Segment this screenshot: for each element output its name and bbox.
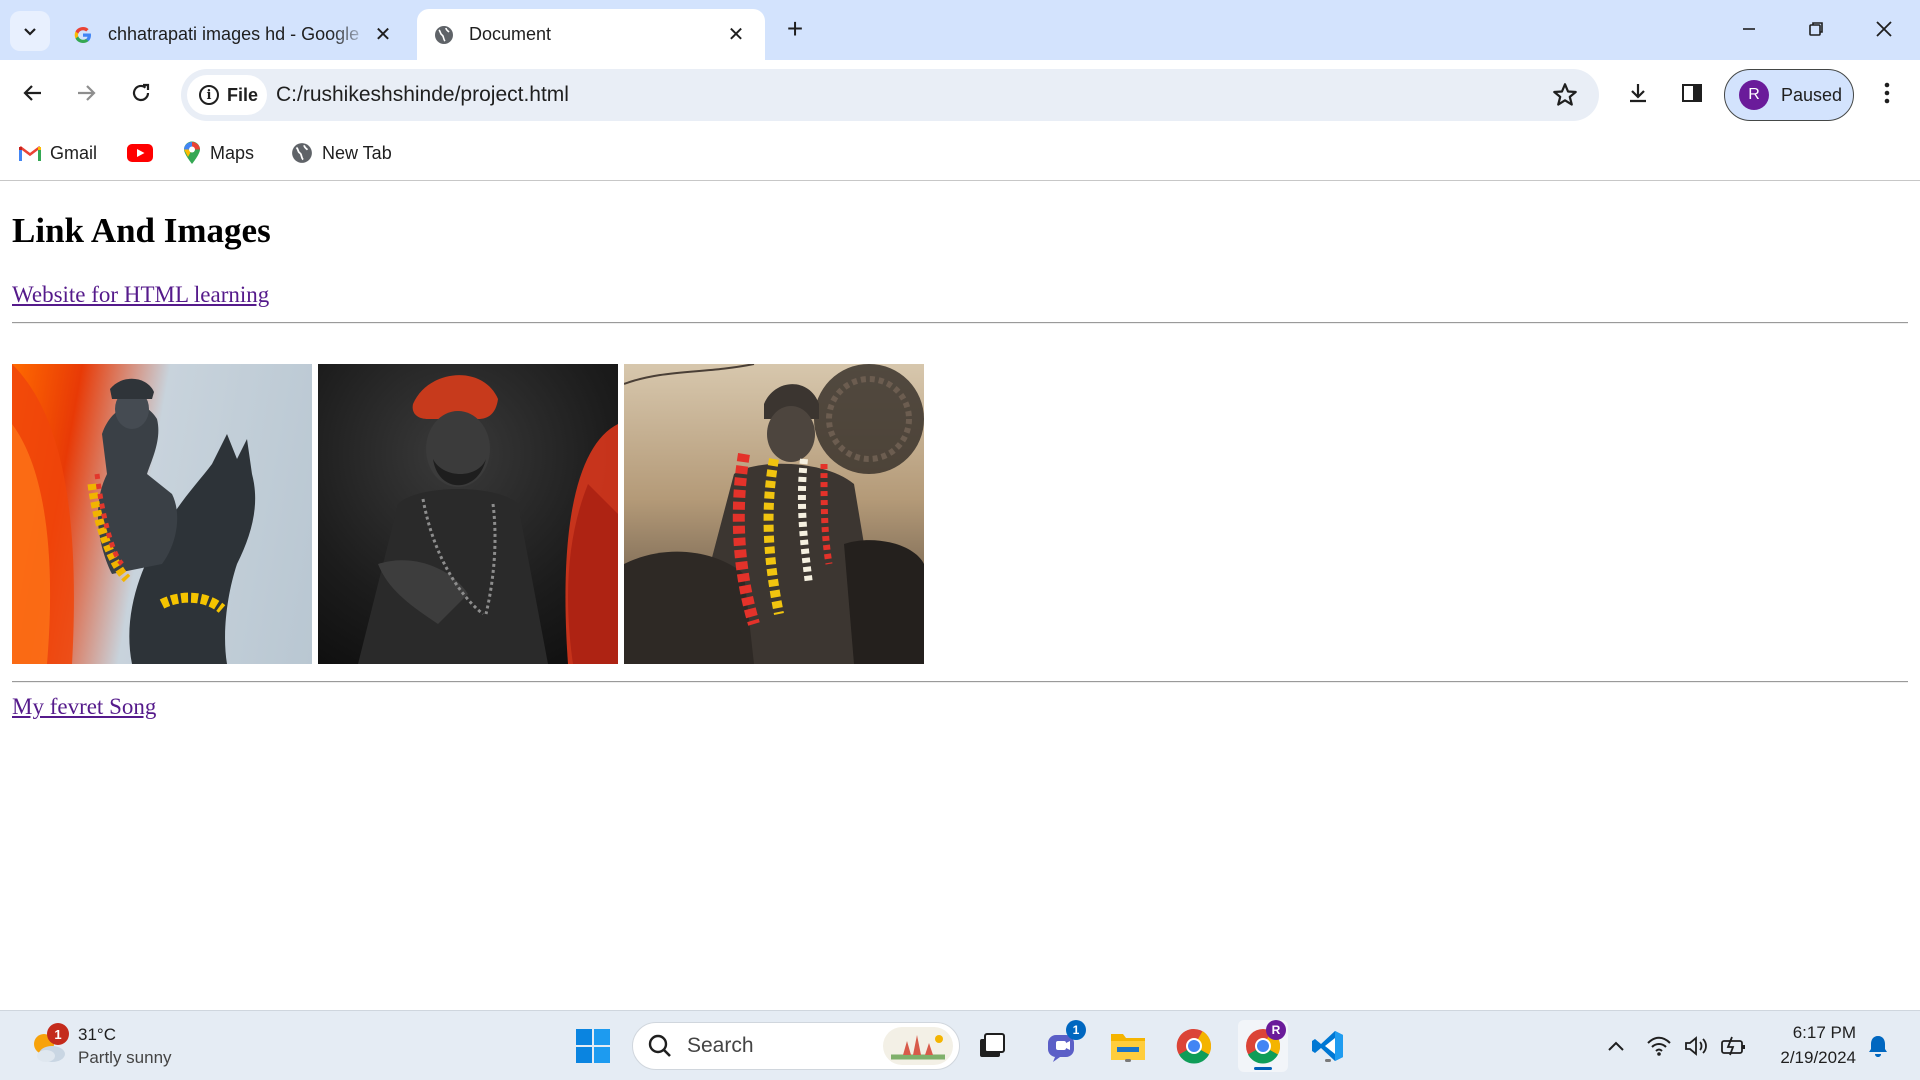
- info-icon: i: [199, 85, 219, 105]
- avatar: R: [1739, 80, 1769, 110]
- reload-button[interactable]: [121, 73, 161, 113]
- running-indicator: [1254, 1067, 1272, 1070]
- favorite-song-link[interactable]: My fevret Song: [12, 694, 156, 720]
- new-tab-button[interactable]: +: [780, 13, 810, 44]
- url-text[interactable]: C:/rushikeshshinde/project.html: [276, 69, 569, 121]
- teams-chat-button[interactable]: 1: [1040, 1020, 1086, 1068]
- globe-icon: [433, 24, 455, 46]
- search-icon: [648, 1034, 671, 1057]
- forward-button[interactable]: [66, 73, 106, 113]
- chrome-profile-button[interactable]: R: [1238, 1020, 1288, 1072]
- bookmarks-bar: Gmail Maps New Tab: [0, 126, 1920, 181]
- battery-charging-icon: [1721, 1036, 1745, 1056]
- vscode-button[interactable]: [1306, 1024, 1350, 1068]
- chevron-down-icon: [24, 28, 36, 36]
- teams-badge: 1: [1066, 1020, 1086, 1040]
- bookmark-star-icon[interactable]: [1551, 81, 1579, 109]
- maps-pin-icon: [183, 141, 201, 165]
- arrow-left-icon: [23, 85, 41, 101]
- windows-logo-icon: [576, 1029, 610, 1063]
- bookmark-label: Maps: [210, 142, 255, 163]
- bookmark-label: New Tab: [322, 142, 392, 163]
- tab-strip: chhatrapati images hd - Google ✕ Documen…: [0, 0, 1920, 60]
- statue-image-3: [624, 364, 924, 664]
- weather-condition: Partly sunny: [78, 1048, 172, 1067]
- address-bar[interactable]: i File C:/rushikeshshinde/project.html: [181, 69, 1599, 121]
- tab-google-images[interactable]: chhatrapati images hd - Google ✕: [56, 9, 412, 60]
- tab-search-button[interactable]: [10, 11, 50, 51]
- taskbar-search[interactable]: Search: [632, 1022, 960, 1070]
- close-window-button[interactable]: [1854, 8, 1914, 50]
- folder-icon: [1111, 1034, 1145, 1060]
- taskbar-clock[interactable]: 6:17 PM 2/19/2024: [1780, 1020, 1856, 1070]
- windows-taskbar: 1 31°C Partly sunny Search 1 R 6:17 PM 2…: [0, 1010, 1920, 1080]
- tab-document[interactable]: Document ✕: [417, 9, 765, 60]
- kebab-menu-icon: [1884, 82, 1890, 104]
- statue-image-1: [12, 364, 312, 664]
- wifi-icon: [1647, 1036, 1671, 1056]
- bookmark-maps[interactable]: Maps: [183, 138, 254, 168]
- horizontal-rule: [12, 681, 1908, 683]
- downloads-button[interactable]: [1618, 73, 1658, 113]
- html-learning-link[interactable]: Website for HTML learning: [12, 282, 269, 308]
- chrome-icon: [1176, 1028, 1212, 1064]
- restore-button[interactable]: [1786, 8, 1846, 50]
- side-panel-button[interactable]: [1672, 73, 1712, 113]
- bookmark-gmail[interactable]: Gmail: [19, 138, 97, 168]
- minimize-button[interactable]: [1719, 8, 1779, 50]
- file-explorer-button[interactable]: [1106, 1024, 1150, 1068]
- profile-status: Paused: [1781, 84, 1843, 105]
- show-hidden-icons-button[interactable]: [1594, 1024, 1638, 1068]
- google-g-icon: [72, 24, 94, 46]
- reload-icon: [132, 83, 150, 102]
- weather-widget[interactable]: 1 31°C Partly sunny: [28, 1019, 172, 1073]
- download-icon: [1630, 84, 1646, 103]
- chrome-button[interactable]: [1172, 1024, 1216, 1068]
- scheme-label: File: [227, 84, 259, 105]
- start-button[interactable]: [571, 1024, 615, 1068]
- weather-temp: 31°C: [78, 1025, 116, 1044]
- weather-sun-cloud-icon: 1: [28, 1023, 69, 1066]
- close-tab-icon[interactable]: ✕: [723, 22, 749, 48]
- profile-button[interactable]: R Paused: [1724, 69, 1854, 121]
- web-page-content: Link And Images Website for HTML learnin…: [0, 181, 1920, 1010]
- bell-icon: [1869, 1036, 1887, 1057]
- chevron-up-icon: [1608, 1041, 1624, 1051]
- volume-icon: [1685, 1036, 1707, 1056]
- gmail-icon: [19, 145, 41, 162]
- arrow-right-icon: [78, 85, 96, 101]
- side-panel-icon: [1682, 84, 1702, 102]
- chrome-profile-badge: R: [1266, 1020, 1286, 1040]
- statue-image-2: [318, 364, 618, 664]
- notifications-button[interactable]: [1856, 1024, 1900, 1068]
- close-icon: [1876, 21, 1892, 37]
- browser-toolbar: i File C:/rushikeshshinde/project.html R…: [0, 60, 1920, 126]
- horizontal-rule: [12, 322, 1908, 324]
- back-button[interactable]: [13, 73, 53, 113]
- close-tab-icon[interactable]: ✕: [370, 22, 396, 48]
- site-info-chip[interactable]: i File: [187, 75, 267, 115]
- restore-icon: [1809, 22, 1823, 36]
- clock-date: 2/19/2024: [1780, 1048, 1856, 1067]
- globe-icon: [291, 142, 313, 164]
- bookmark-new-tab[interactable]: New Tab: [291, 138, 392, 168]
- task-view-icon: [980, 1033, 1005, 1057]
- task-view-button[interactable]: [970, 1024, 1014, 1068]
- tab-title: chhatrapati images hd - Google: [108, 24, 360, 44]
- running-indicator: [1325, 1059, 1331, 1062]
- clock-time: 6:17 PM: [1792, 1023, 1856, 1042]
- menu-button[interactable]: [1867, 73, 1907, 113]
- vscode-icon: [1312, 1031, 1343, 1061]
- youtube-icon: [127, 144, 153, 162]
- tab-title: Document: [469, 24, 552, 44]
- page-heading: Link And Images: [12, 211, 271, 250]
- system-tray[interactable]: [1646, 1023, 1748, 1069]
- minimize-icon: [1743, 28, 1755, 30]
- running-indicator: [1125, 1059, 1131, 1062]
- search-highlight-illustration-icon: [883, 1027, 953, 1065]
- weather-badge: 1: [47, 1023, 69, 1045]
- bookmark-youtube[interactable]: [127, 138, 162, 168]
- search-placeholder: Search: [687, 1034, 754, 1057]
- bookmark-label: Gmail: [50, 142, 98, 163]
